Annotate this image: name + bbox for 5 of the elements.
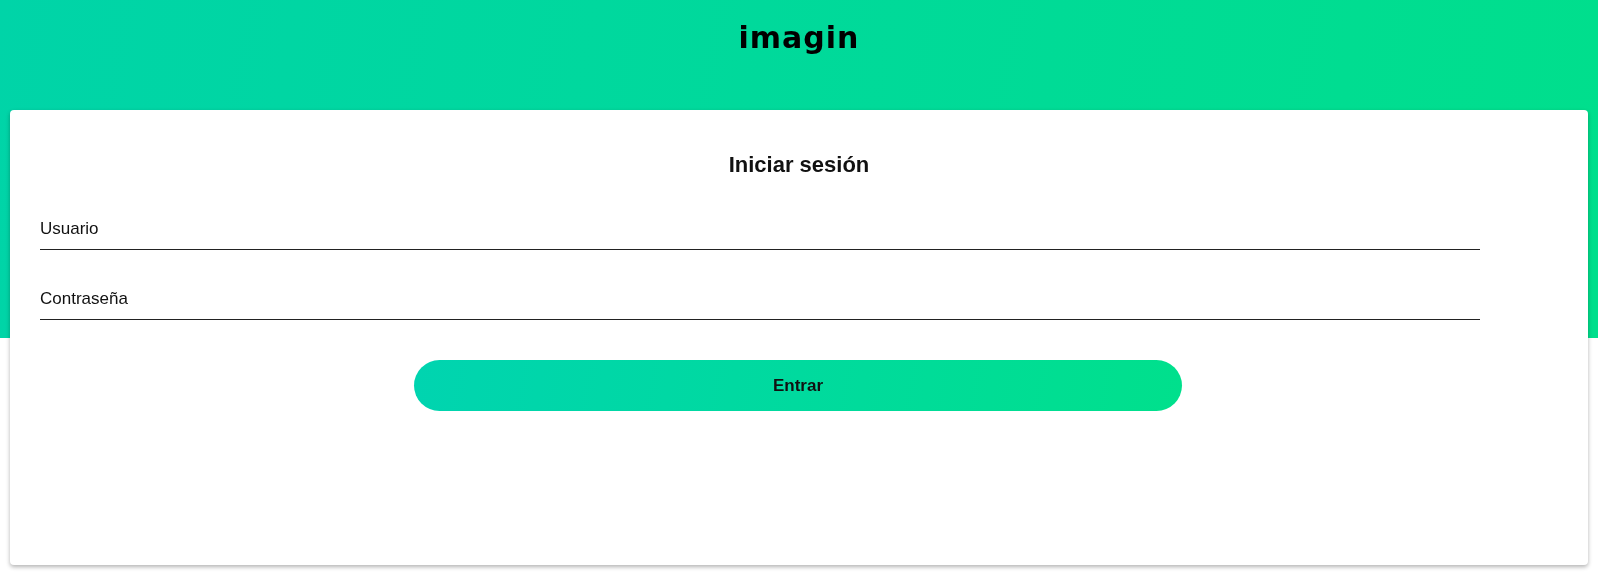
logo: imagin xyxy=(738,19,860,57)
input-field[interactable]: Contraseña xyxy=(40,278,1480,320)
login-button[interactable]: Entrar xyxy=(414,360,1182,411)
form-title: Iniciar sesión xyxy=(727,151,871,179)
input-field[interactable]: Usuario xyxy=(40,208,1480,250)
